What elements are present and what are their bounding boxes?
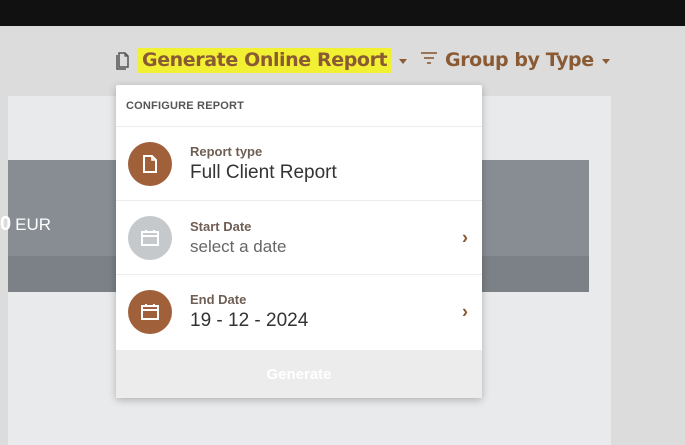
group-by-type-button[interactable]: Group by Type bbox=[419, 47, 610, 73]
report-type-value: Full Client Report bbox=[190, 161, 337, 183]
document-icon bbox=[128, 141, 172, 186]
filter-lines-icon bbox=[419, 51, 439, 70]
generate-online-report-button[interactable]: Generate Online Report bbox=[112, 47, 408, 73]
configure-report-dropdown: CONFIGURE REPORT Report type Full Client… bbox=[116, 85, 482, 398]
chevron-down-icon bbox=[399, 58, 408, 64]
start-date-value: select a date bbox=[190, 236, 287, 256]
chevron-right-icon: › bbox=[462, 227, 468, 247]
group-by-type-label: Group by Type bbox=[445, 49, 594, 71]
top-black-bar bbox=[0, 0, 685, 26]
amount-value: 0 EUR bbox=[0, 213, 51, 236]
end-date-label: End Date bbox=[190, 292, 247, 307]
end-date-value: 19 - 12 - 2024 bbox=[190, 310, 309, 331]
start-date-label: Start Date bbox=[190, 218, 252, 234]
generate-online-report-label: Generate Online Report bbox=[138, 47, 392, 73]
calendar-icon bbox=[128, 290, 172, 334]
amount-number: 0 bbox=[0, 213, 12, 235]
report-type-item[interactable]: Report type Full Client Report bbox=[116, 127, 482, 201]
document-icon bbox=[112, 49, 134, 71]
dropdown-header: CONFIGURE REPORT bbox=[116, 85, 482, 127]
chevron-right-icon: › bbox=[462, 301, 468, 322]
amount-currency: EUR bbox=[15, 215, 52, 234]
end-date-item[interactable]: End Date 19 - 12 - 2024 › bbox=[116, 275, 482, 349]
calendar-icon bbox=[128, 215, 172, 260]
chevron-down-icon bbox=[601, 58, 610, 64]
start-date-item[interactable]: Start Date select a date › bbox=[116, 201, 482, 275]
generate-button[interactable]: Generate bbox=[116, 350, 482, 398]
report-type-label: Report type bbox=[190, 143, 263, 159]
